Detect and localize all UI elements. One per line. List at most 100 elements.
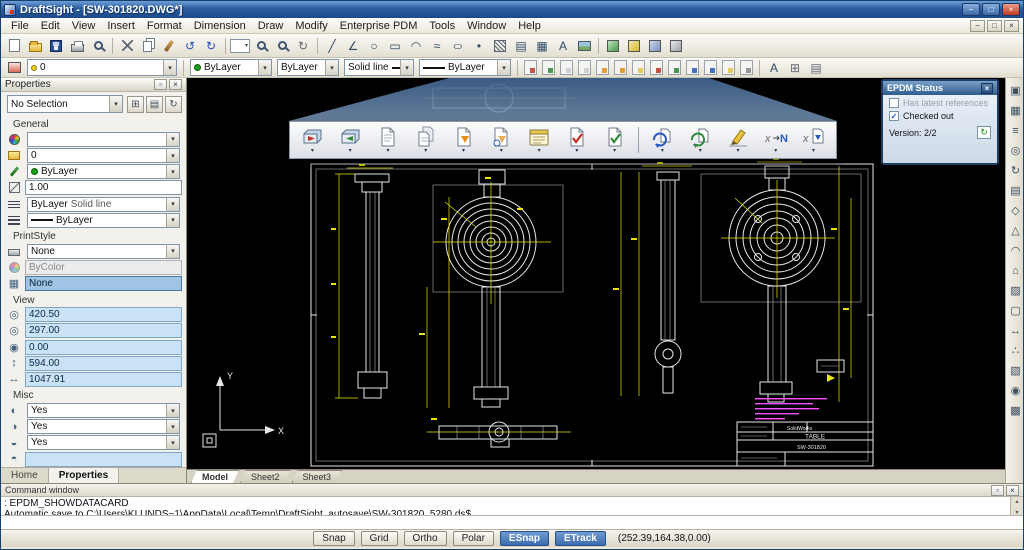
arc-icon[interactable]: ◠ xyxy=(1007,242,1024,259)
table-icon[interactable]: ▦ xyxy=(1007,102,1024,119)
tab-model[interactable]: Model xyxy=(191,470,239,483)
epdm-new-document-button[interactable]: ▾ xyxy=(374,126,403,154)
command-close-button[interactable]: × xyxy=(1006,485,1019,496)
draw-spline-button[interactable]: ≈ xyxy=(427,36,447,55)
new-file-button[interactable] xyxy=(4,36,24,55)
layers-manager-button[interactable] xyxy=(4,58,24,77)
pattern-icon[interactable]: ▩ xyxy=(1007,402,1024,419)
line-weight-select[interactable]: Solid line ▾ xyxy=(344,59,414,76)
mdi-restore-button[interactable]: □ xyxy=(987,20,1002,32)
epdm-mini-new-doc-button[interactable] xyxy=(560,60,573,75)
diamond-icon[interactable]: ◇ xyxy=(1007,202,1024,219)
refresh-version-button[interactable]: ↻ xyxy=(977,126,991,139)
home-icon[interactable]: ⌂ xyxy=(1007,262,1024,279)
epdm-mini-signature-button[interactable] xyxy=(722,60,735,75)
prop-layer-select[interactable]: 0▾ xyxy=(27,148,180,163)
checkbox-unchecked[interactable] xyxy=(889,98,899,108)
epdm-mini-links-button[interactable] xyxy=(686,60,699,75)
mdi-minimize-button[interactable]: − xyxy=(970,20,985,32)
epdm-close-button[interactable]: × xyxy=(981,83,993,94)
epdm-signature-button[interactable]: ▾ xyxy=(724,126,753,154)
panel-pin-button[interactable]: ▫ xyxy=(154,79,167,90)
hatch-icon[interactable]: ▨ xyxy=(1007,282,1024,299)
draw-ellipse-button[interactable]: ○ xyxy=(448,36,468,55)
viewport-icon[interactable]: ▣ xyxy=(1007,82,1024,99)
draw-point-button[interactable]: • xyxy=(469,36,489,55)
prop-linestyle-select[interactable]: ByLayerSolid line▾ xyxy=(27,197,180,212)
color-select[interactable]: ▾ xyxy=(27,132,180,147)
component-button[interactable] xyxy=(645,36,665,55)
table-button[interactable]: ▦ xyxy=(532,36,552,55)
select-entities-button[interactable]: ⊞ xyxy=(127,96,144,113)
hatch-button[interactable] xyxy=(490,36,510,55)
shade-icon[interactable]: ▧ xyxy=(1007,362,1024,379)
format-painter-button[interactable] xyxy=(159,36,179,55)
epdm-get-version-button[interactable]: ▾ xyxy=(487,126,516,154)
redo-button[interactable]: ↻ xyxy=(201,36,221,55)
tab-sheet2[interactable]: Sheet2 xyxy=(240,470,291,483)
epdm-mini-copy-doc-button[interactable] xyxy=(578,60,591,75)
close-button[interactable]: × xyxy=(1002,3,1020,16)
insert-image-button[interactable] xyxy=(574,36,594,55)
tab-properties[interactable]: Properties xyxy=(49,468,119,483)
command-float-button[interactable]: ▫ xyxy=(991,485,1004,496)
settings-button[interactable] xyxy=(666,36,686,55)
menu-help[interactable]: Help xyxy=(512,19,547,33)
restore-button[interactable]: □ xyxy=(982,3,1000,16)
open-file-button[interactable] xyxy=(25,36,45,55)
list-icon[interactable]: ≡ xyxy=(1007,122,1024,139)
epdm-mini-rename-button[interactable] xyxy=(740,60,753,75)
tab-home[interactable]: Home xyxy=(1,468,49,483)
note-button[interactable]: A xyxy=(553,36,573,55)
epdm-mini-approve-button[interactable] xyxy=(668,60,681,75)
command-scrollbar[interactable]: ▴ ▾ xyxy=(1010,497,1023,515)
copy-button[interactable] xyxy=(138,36,158,55)
quick-select-button[interactable]: ▤ xyxy=(146,96,163,113)
epdm-export-button[interactable]: x ▾ xyxy=(799,126,828,154)
richline-style-button[interactable]: ▤ xyxy=(806,58,826,77)
printstyle-table-field[interactable]: None xyxy=(25,276,182,291)
esnap-toggle[interactable]: ESnap xyxy=(500,531,549,546)
region-button[interactable]: ▤ xyxy=(511,36,531,55)
ortho-toggle[interactable]: Ortho xyxy=(404,531,447,546)
rebuild-button[interactable]: ↻ xyxy=(293,36,313,55)
menu-tools[interactable]: Tools xyxy=(423,19,461,33)
epdm-mini-state-button[interactable] xyxy=(650,60,663,75)
epdm-rename-button[interactable]: xN ▾ xyxy=(761,126,790,154)
misc1-select[interactable]: Yes▾ xyxy=(27,403,180,418)
menu-edit[interactable]: Edit xyxy=(35,19,66,33)
epdm-approve-button[interactable]: ▾ xyxy=(600,126,629,154)
prop-lineweight-select[interactable]: ByLayer▾ xyxy=(27,213,180,228)
line-pattern-select[interactable]: ByLayer ▾ xyxy=(419,59,511,76)
epdm-mini-refresh-button[interactable] xyxy=(704,60,717,75)
line-color-select[interactable]: ByLayer ▾ xyxy=(190,59,272,76)
menu-window[interactable]: Window xyxy=(461,19,512,33)
linescale-field[interactable]: 1.00 xyxy=(25,180,182,195)
epdm-refresh-tree-button[interactable]: ▾ xyxy=(686,126,715,154)
epdm-get-latest-button[interactable]: ▾ xyxy=(449,126,478,154)
fisheye-icon[interactable]: ◉ xyxy=(1007,382,1024,399)
epdm-update-references-button[interactable]: ▾ xyxy=(648,126,677,154)
epdm-mini-get-latest-button[interactable] xyxy=(596,60,609,75)
epdm-checkout-button[interactable]: ▾ xyxy=(298,126,327,154)
tab-sheet3[interactable]: Sheet3 xyxy=(292,470,343,483)
selection-select[interactable]: No Selection ▾ xyxy=(7,95,123,113)
menu-insert[interactable]: Insert xyxy=(101,19,141,33)
text-style-button[interactable]: A xyxy=(764,58,784,77)
epdm-checkin-button[interactable]: ▾ xyxy=(336,126,365,154)
scroll-down-icon[interactable]: ▾ xyxy=(1015,508,1018,515)
misc3-select[interactable]: Yes▾ xyxy=(27,435,180,450)
points-icon[interactable]: ∴ xyxy=(1007,342,1024,359)
command-input[interactable] xyxy=(4,517,1020,529)
menu-dimension[interactable]: Dimension xyxy=(188,19,252,33)
dimension-style-button[interactable]: ⊞ xyxy=(785,58,805,77)
draw-arc-button[interactable]: ◠ xyxy=(406,36,426,55)
epdm-mini-datacard-button[interactable] xyxy=(632,60,645,75)
etrack-toggle[interactable]: ETrack xyxy=(555,531,606,546)
draw-polyline-button[interactable]: ∠ xyxy=(343,36,363,55)
draw-circle-button[interactable]: ○ xyxy=(364,36,384,55)
draw-rectangle-button[interactable]: ▭ xyxy=(385,36,405,55)
polar-toggle[interactable]: Polar xyxy=(453,531,494,546)
command-history[interactable]: : EPDM_SHOWDATACARD Automatic save to C:… xyxy=(1,497,1023,515)
make-block-button[interactable] xyxy=(603,36,623,55)
